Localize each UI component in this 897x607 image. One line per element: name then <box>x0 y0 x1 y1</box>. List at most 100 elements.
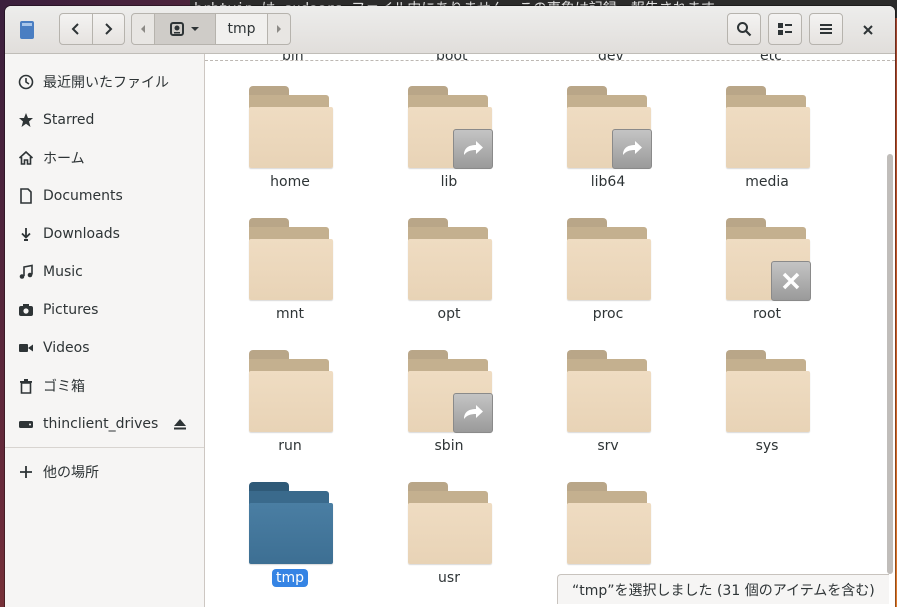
search-button[interactable] <box>727 13 761 45</box>
folder-label: mnt <box>276 306 304 322</box>
path-current-tmp[interactable]: tmp <box>216 14 268 44</box>
folder-label: lib64 <box>590 174 626 190</box>
navigation-buttons <box>59 13 125 45</box>
folder-icon <box>408 86 493 170</box>
hamburger-menu-icon <box>820 24 832 34</box>
sidebar-item-videos[interactable]: Videos <box>5 329 204 367</box>
back-icon <box>71 23 79 35</box>
folder-label: sys <box>755 438 779 454</box>
folder-label: media <box>745 174 789 190</box>
sidebar-item-label: 最近開いたファイル <box>43 75 169 91</box>
sidebar-item-label: ゴミ箱 <box>43 379 85 395</box>
selection-status: “tmp”を選択しました (31 個のアイテムを含む) <box>557 574 889 604</box>
plus-icon <box>18 464 34 480</box>
folder-label: usr <box>438 570 460 586</box>
drive-icon <box>170 22 184 36</box>
recent-icon <box>18 74 34 90</box>
folder-label: lib <box>440 174 458 190</box>
star-icon <box>18 112 34 128</box>
back-button[interactable] <box>60 14 92 44</box>
header-bar: tmp <box>5 6 895 54</box>
folder-icon <box>249 350 333 434</box>
folder-label: proc <box>592 306 624 322</box>
forward-button[interactable] <box>91 14 125 44</box>
caret-right-icon <box>277 25 281 33</box>
sidebar-item-label: Music <box>43 264 83 280</box>
eject-icon[interactable] <box>172 416 188 432</box>
folder-label: home <box>270 174 310 190</box>
sidebar-item-recent[interactable]: 最近開いたファイル <box>5 63 204 101</box>
document-icon <box>18 188 34 204</box>
sidebar-item-label: Downloads <box>43 226 120 242</box>
sidebar-item-label: ホーム <box>43 151 85 167</box>
close-icon <box>863 25 873 35</box>
file-label-clipped[interactable]: dev <box>598 54 624 64</box>
file-label-clipped[interactable]: boot <box>436 54 468 64</box>
file-manager-window: tmp 最近開いたファイル Starred ホーム Documents Down… <box>5 6 895 607</box>
main-menu-button[interactable] <box>809 13 843 45</box>
sidebar-item-label: Pictures <box>43 302 99 318</box>
folder-icon <box>726 218 811 302</box>
folder-icon <box>249 86 333 170</box>
folder-icon <box>408 350 493 434</box>
path-bar: tmp <box>131 13 291 45</box>
path-scroll-left[interactable] <box>132 14 154 44</box>
file-label-clipped[interactable]: etc <box>760 54 782 64</box>
rubberband-edge <box>205 60 895 61</box>
sidebar-item-other-locations[interactable]: 他の場所 <box>5 453 204 491</box>
folder-icon <box>567 482 651 566</box>
sidebar-item-label: Starred <box>43 112 95 128</box>
places-sidebar: 最近開いたファイル Starred ホーム Documents Download… <box>5 54 205 607</box>
folder-icon <box>567 86 652 170</box>
download-icon <box>18 226 34 242</box>
folder-icon <box>408 482 492 566</box>
no-access-emblem-icon <box>771 261 811 301</box>
folder-icon <box>726 86 810 170</box>
files-app-icon <box>20 21 34 39</box>
home-icon <box>18 150 34 166</box>
sidebar-item-music[interactable]: Music <box>5 253 204 291</box>
sidebar-item-trash[interactable]: ゴミ箱 <box>5 367 204 405</box>
trash-icon <box>18 378 34 394</box>
close-window-button[interactable] <box>857 19 879 41</box>
vertical-scrollbar[interactable] <box>887 154 893 574</box>
folder-label: srv <box>597 438 619 454</box>
symlink-emblem-icon <box>612 129 652 169</box>
sidebar-item-label: Videos <box>43 340 90 356</box>
view-options-button[interactable] <box>768 13 802 45</box>
symlink-emblem-icon <box>453 129 493 169</box>
search-icon <box>737 22 752 37</box>
sidebar-item-thinclient-drives[interactable]: thinclient_drives <box>5 405 204 443</box>
camera-icon <box>18 302 34 318</box>
file-icon-view: bin boot dev etc home lib lib64 media mnt opt… <box>205 54 895 607</box>
caret-left-icon <box>141 25 145 33</box>
folder-label: opt <box>437 306 461 322</box>
forward-icon <box>105 23 113 35</box>
video-icon <box>18 340 34 356</box>
folder-label: run <box>278 438 302 454</box>
folder-label: sbin <box>434 438 464 454</box>
symlink-emblem-icon <box>453 393 493 433</box>
folder-icon <box>567 218 651 302</box>
path-root-button[interactable] <box>154 14 216 44</box>
folder-label: tmp <box>215 569 365 587</box>
folder-label: root <box>752 306 782 322</box>
sidebar-item-documents[interactable]: Documents <box>5 177 204 215</box>
view-options-icon <box>778 23 792 35</box>
sidebar-separator <box>5 447 204 448</box>
folder-icon <box>249 482 333 566</box>
chevron-down-icon <box>191 27 199 31</box>
drive-icon <box>18 416 34 432</box>
folder-icon <box>249 218 333 302</box>
sidebar-item-home[interactable]: ホーム <box>5 139 204 177</box>
sidebar-item-starred[interactable]: Starred <box>5 101 204 139</box>
file-label-clipped[interactable]: bin <box>282 54 304 64</box>
sidebar-item-label: thinclient_drives <box>43 416 159 432</box>
sidebar-item-label: Documents <box>43 188 123 204</box>
sidebar-item-pictures[interactable]: Pictures <box>5 291 204 329</box>
path-scroll-right[interactable] <box>268 14 290 44</box>
music-icon <box>18 264 34 280</box>
sidebar-item-label: 他の場所 <box>43 465 99 481</box>
sidebar-item-downloads[interactable]: Downloads <box>5 215 204 253</box>
folder-icon <box>726 350 810 434</box>
